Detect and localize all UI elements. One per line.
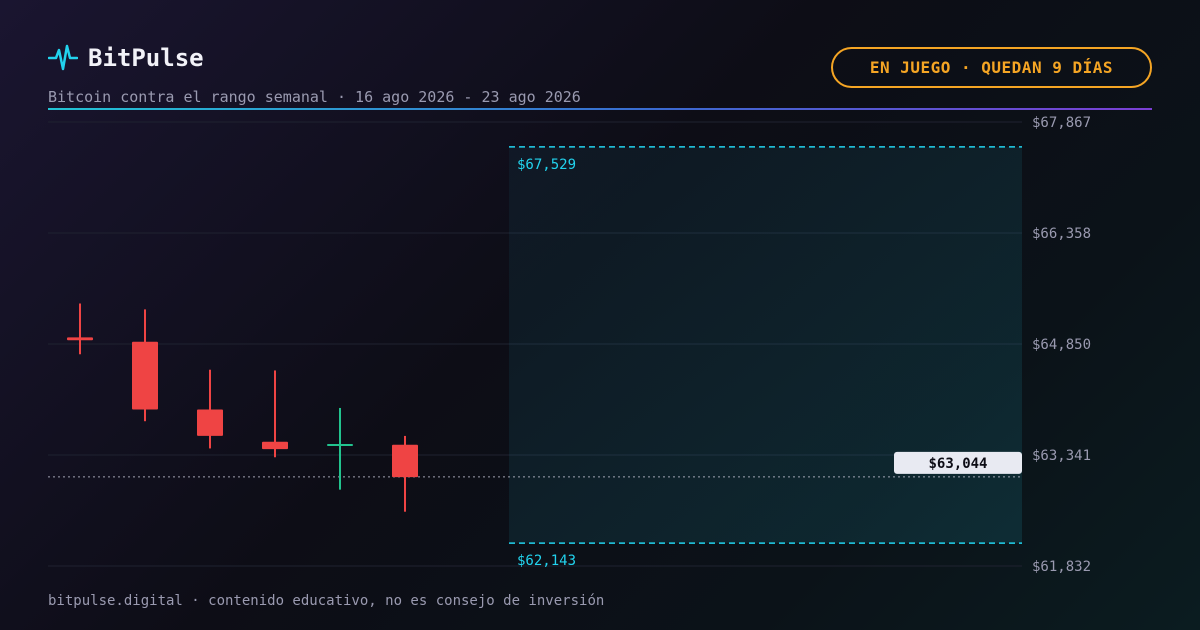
y-tick-label: $67,867 bbox=[1032, 115, 1091, 131]
y-tick-label: $61,832 bbox=[1032, 559, 1091, 575]
candle-body bbox=[392, 444, 418, 478]
candle-body bbox=[327, 444, 353, 447]
footer-disclaimer: bitpulse.digital · contenido educativo, … bbox=[48, 593, 605, 609]
y-tick-label: $63,341 bbox=[1032, 448, 1091, 464]
range-lower-label: $62,143 bbox=[517, 553, 576, 569]
current-price-label: $63,044 bbox=[928, 456, 987, 472]
range-zone bbox=[509, 146, 1022, 544]
range-upper-label: $67,529 bbox=[517, 157, 576, 173]
candle-body bbox=[132, 341, 158, 410]
candle-body bbox=[262, 441, 288, 450]
candle-body bbox=[67, 337, 93, 341]
y-tick-label: $64,850 bbox=[1032, 337, 1091, 353]
candle-body bbox=[197, 409, 223, 436]
y-tick-label: $66,358 bbox=[1032, 226, 1091, 242]
price-chart: $67,867 $66,358 $64,850 $63,341 $61,832 $67,5… bbox=[48, 115, 1091, 575]
